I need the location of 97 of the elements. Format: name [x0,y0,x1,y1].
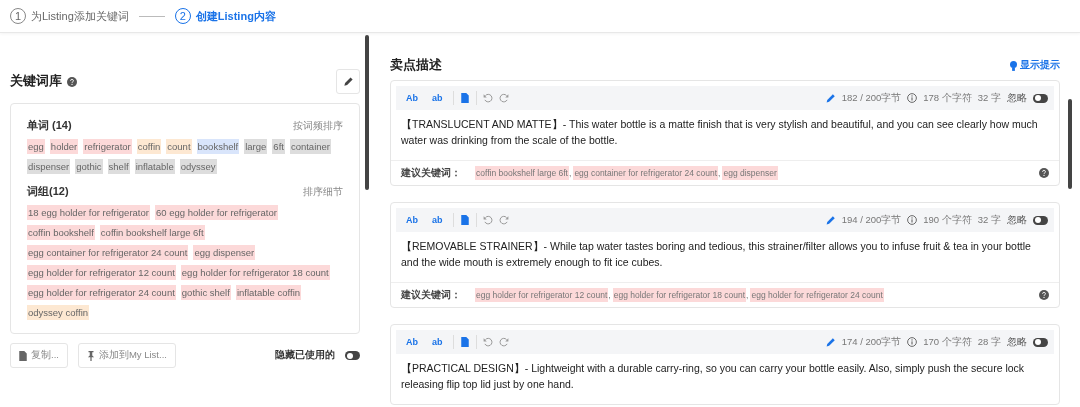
pencil-icon [825,337,836,347]
sort-link[interactable]: 排序细节 [303,186,343,199]
keyword-tag[interactable]: coffin [136,139,162,154]
help-icon [1039,168,1049,178]
suggest-label: 建议关键词： [401,288,461,302]
ignore-label: 忽略 [1007,335,1027,349]
char-count: 170 个字符 [923,335,972,349]
keyword-tag[interactable]: container [289,139,331,154]
ignore-label: 忽略 [1007,91,1027,105]
lightbulb-icon [1010,60,1017,71]
byte-count: 182 / 200字节 [841,91,902,105]
pencil-icon [825,215,836,225]
keyword-tag[interactable]: 6ft [272,139,285,154]
char-count: 190 个字符 [923,213,972,227]
lowercase-button[interactable]: ab [428,215,447,225]
undo-icon[interactable] [482,215,493,225]
keyword-tag[interactable]: 18 egg holder for refrigerator [27,205,150,220]
keyword-tag[interactable]: inflatable [134,159,175,174]
keyword-tag[interactable]: holder [49,139,79,154]
toggle-switch[interactable] [1033,93,1048,103]
document-icon [19,350,27,361]
keyword-tag[interactable]: gothic shelf [180,285,231,300]
bullet-text[interactable]: 【PRACTICAL DESIGN】- Lightweight with a durable carry-ring, so you can carry your bottle easily. Also, simply push the secure lock releasing flip top lid just by one hand. [391,354,1059,404]
keyword-tag[interactable]: egg holder for refrigerator 12 count [27,265,176,280]
section-title: 卖点描述 [390,57,442,74]
toggle-switch[interactable] [345,351,360,360]
keyword-tag[interactable]: large [244,139,268,154]
keyword-tag[interactable]: inflatable coffin [235,285,302,300]
word-count: 32 字 [977,91,1001,105]
edit-button[interactable] [336,69,360,94]
redo-icon[interactable] [498,215,509,225]
phrases-heading: 词组(12) [27,184,69,199]
byte-count: 194 / 200字节 [841,213,902,227]
toggle-switch[interactable] [1033,337,1048,347]
separator: , [746,289,750,302]
byte-count: 174 / 200字节 [841,335,902,349]
keyword-tag[interactable]: bookshelf [196,139,240,154]
document-icon[interactable] [459,337,470,347]
keyword-tag[interactable]: coffin bookshelf large 6ft [99,225,205,240]
keyword-tag[interactable]: egg holder for refrigerator 24 count [750,288,884,302]
undo-icon[interactable] [482,337,493,347]
keyword-tag[interactable]: egg dispenser [722,166,778,180]
help-icon [67,76,77,87]
keyword-tag[interactable]: odyssey [179,159,217,174]
keyword-tag[interactable]: egg [27,139,45,154]
lowercase-button[interactable]: ab [428,93,447,103]
words-heading: 单词 (14) [27,118,72,133]
char-count: 178 个字符 [923,91,972,105]
capitalize-button[interactable]: Ab [402,93,422,103]
redo-icon[interactable] [498,337,509,347]
suggest-label: 建议关键词： [401,166,461,180]
keyword-tag[interactable]: gothic [75,159,103,174]
bullet-text[interactable]: 【REMOVABLE STRAINER】- While tap water tastes boring and tedious, this strainer/filter allows you to infuse fruit & tea in your bottle and the wide mouth is extremely enough to fit ice cubes. [391,232,1059,282]
lowercase-button[interactable]: ab [428,337,447,347]
capitalize-button[interactable]: Ab [402,337,422,347]
pencil-icon [342,76,354,87]
redo-icon[interactable] [498,93,509,103]
pin-icon [86,350,95,361]
keyword-tag[interactable]: coffin bookshelf [27,225,95,240]
add-list-button[interactable]: 添加到My List... [77,343,176,368]
scrollbar[interactable] [365,35,369,190]
copy-button[interactable]: 复制... [10,343,68,368]
toggle-switch[interactable] [1033,215,1048,225]
step-item[interactable]: 1 为Listing添加关键词 [10,8,129,24]
step-item[interactable]: 2 创建Listing内容 [174,8,276,24]
hint-link[interactable]: 显示提示 [1010,59,1060,72]
info-icon [907,93,918,103]
keyword-tag[interactable]: refrigerator [83,139,132,154]
keyword-tag[interactable]: coffin bookshelf large 6ft [475,166,569,180]
capitalize-button[interactable]: Ab [402,215,422,225]
word-count: 28 字 [977,335,1001,349]
keyword-tag[interactable]: dispenser [27,159,71,174]
keyword-tag[interactable]: 60 egg holder for refrigerator [154,205,278,220]
separator: , [569,167,573,180]
word-count: 32 字 [977,213,1001,227]
separator: , [718,167,722,180]
document-icon[interactable] [459,93,470,103]
bullet-text[interactable]: 【TRANSLUCENT AND MATTE】- This water bottle is a matte finish that is very stylish and beautiful, and you can see clearly how much water was drinking from the scale of the bottle. [391,110,1059,160]
keyword-tag[interactable]: odyssey coffin [27,305,90,320]
section-title: 关键词库 [10,73,62,90]
pencil-icon [825,93,836,103]
toggle-label: 隐藏已使用的 [275,349,335,362]
ignore-label: 忽略 [1007,213,1027,227]
scrollbar[interactable] [1068,99,1072,189]
keyword-tag[interactable]: egg holder for refrigerator 24 count [27,285,176,300]
keyword-tag[interactable]: egg holder for refrigerator 18 count [180,265,330,280]
keyword-tag[interactable]: count [166,139,192,154]
help-icon [1039,290,1049,300]
separator: , [608,289,612,302]
document-icon[interactable] [459,215,470,225]
keyword-tag[interactable]: shelf [107,159,130,174]
undo-icon[interactable] [482,93,493,103]
info-icon [907,337,918,347]
info-icon [907,215,918,225]
keyword-tag[interactable]: egg dispenser [193,245,256,260]
sort-link[interactable]: 按词频排序 [293,120,343,133]
keyword-tag[interactable]: egg container for refrigerator 24 count [27,245,189,260]
